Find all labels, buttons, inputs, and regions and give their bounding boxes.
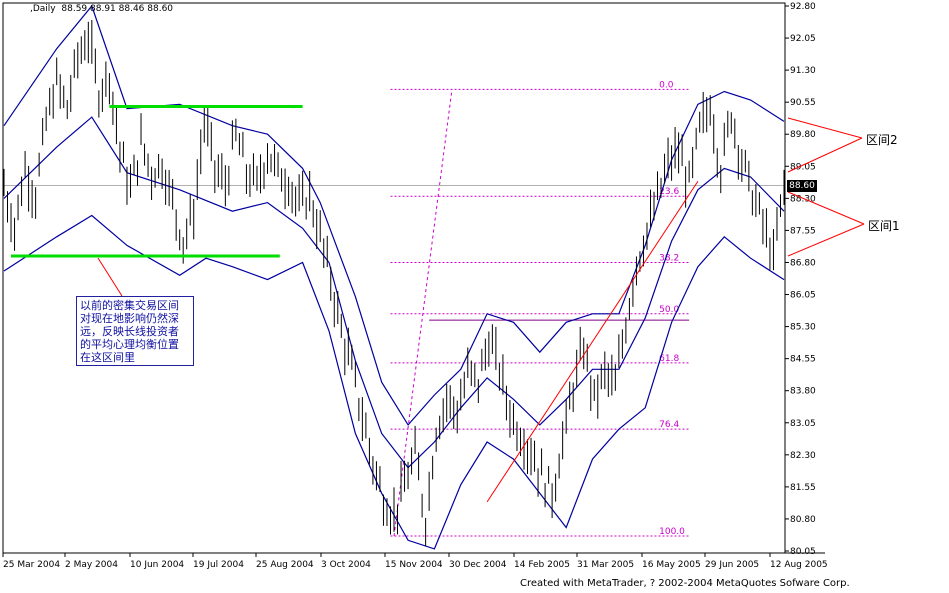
zone2-label: 区间2 bbox=[866, 133, 898, 147]
x-tick-label: 29 Jun 2005 bbox=[705, 560, 759, 570]
fib-level-label: 61.8 bbox=[659, 354, 679, 364]
period-label: ,Daily bbox=[30, 4, 56, 14]
x-tick-label: 10 Jun 2004 bbox=[130, 560, 184, 570]
y-tick-label: 83.80 bbox=[790, 387, 816, 397]
credit-line: Created with MetaTrader, ? 2002-2004 Met… bbox=[520, 578, 850, 589]
y-tick-label: 81.55 bbox=[790, 483, 816, 493]
zone2-callout-lower bbox=[787, 137, 863, 173]
fib-level-label: 76.4 bbox=[659, 420, 679, 430]
x-tick-label: 25 Aug 2004 bbox=[256, 560, 314, 570]
x-tick-label: 2 May 2004 bbox=[65, 560, 118, 570]
y-tick-label: 87.55 bbox=[790, 226, 816, 236]
y-tick-label: 80.05 bbox=[790, 547, 816, 557]
x-tick-label: 3 Oct 2004 bbox=[321, 560, 371, 570]
y-tick-label: 92.80 bbox=[790, 2, 816, 12]
x-tick-label: 12 Aug 2005 bbox=[770, 560, 828, 570]
x-tick-label: 31 Mar 2005 bbox=[577, 560, 634, 570]
y-tick-label: 80.80 bbox=[790, 515, 816, 525]
y-tick-label: 82.30 bbox=[790, 451, 816, 461]
x-tick-label: 30 Dec 2004 bbox=[449, 560, 507, 570]
current-price-tag: 88.60 bbox=[787, 180, 817, 192]
x-tick-label: 19 Jul 2004 bbox=[193, 560, 244, 570]
y-tick-label: 91.30 bbox=[790, 66, 816, 76]
y-tick-label: 86.05 bbox=[790, 291, 816, 301]
x-tick-label: 16 May 2005 bbox=[642, 560, 701, 570]
fib-level-label: 100.0 bbox=[659, 527, 685, 537]
x-tick-label: 15 Nov 2004 bbox=[385, 560, 443, 570]
fib-level-label: 0.0 bbox=[659, 80, 674, 90]
ohlc-readout: 88.59 88.91 88.46 88.60 bbox=[61, 4, 174, 14]
y-tick-label: 89.05 bbox=[790, 162, 816, 172]
fib-level-label: 38.2 bbox=[659, 253, 679, 263]
chart-header: ,Daily 88.59 88.91 88.46 88.60 bbox=[30, 4, 173, 14]
y-tick-label: 85.30 bbox=[790, 323, 816, 333]
y-tick-label: 90.55 bbox=[790, 98, 816, 108]
y-tick-label: 88.30 bbox=[790, 194, 816, 204]
y-tick-label: 89.80 bbox=[790, 130, 816, 140]
y-tick-label: 92.05 bbox=[790, 34, 816, 44]
y-tick-label: 84.55 bbox=[790, 355, 816, 365]
y-tick-label: 83.05 bbox=[790, 419, 816, 429]
y-tick-label: 86.80 bbox=[790, 258, 816, 268]
x-tick-label: 25 Mar 2004 bbox=[3, 560, 60, 570]
zone1-callout-upper bbox=[787, 191, 865, 225]
annotation-note: 以前的密集交易区间 对现在地影响仍然深 远，反映长线投资者 的平均心理均衡位置 … bbox=[76, 296, 194, 366]
y-axis-ticks: 92.80 92.05 91.30 90.55 89.80 89.05 88.30 87.55… bbox=[785, 2, 816, 557]
x-axis-ticks: 25 Mar 2004 2 May 2004 10 Jun 2004 19 Jul 2… bbox=[2, 553, 828, 570]
x-tick-label: 14 Feb 2005 bbox=[514, 560, 570, 570]
zone1-label: 区间1 bbox=[868, 219, 900, 233]
